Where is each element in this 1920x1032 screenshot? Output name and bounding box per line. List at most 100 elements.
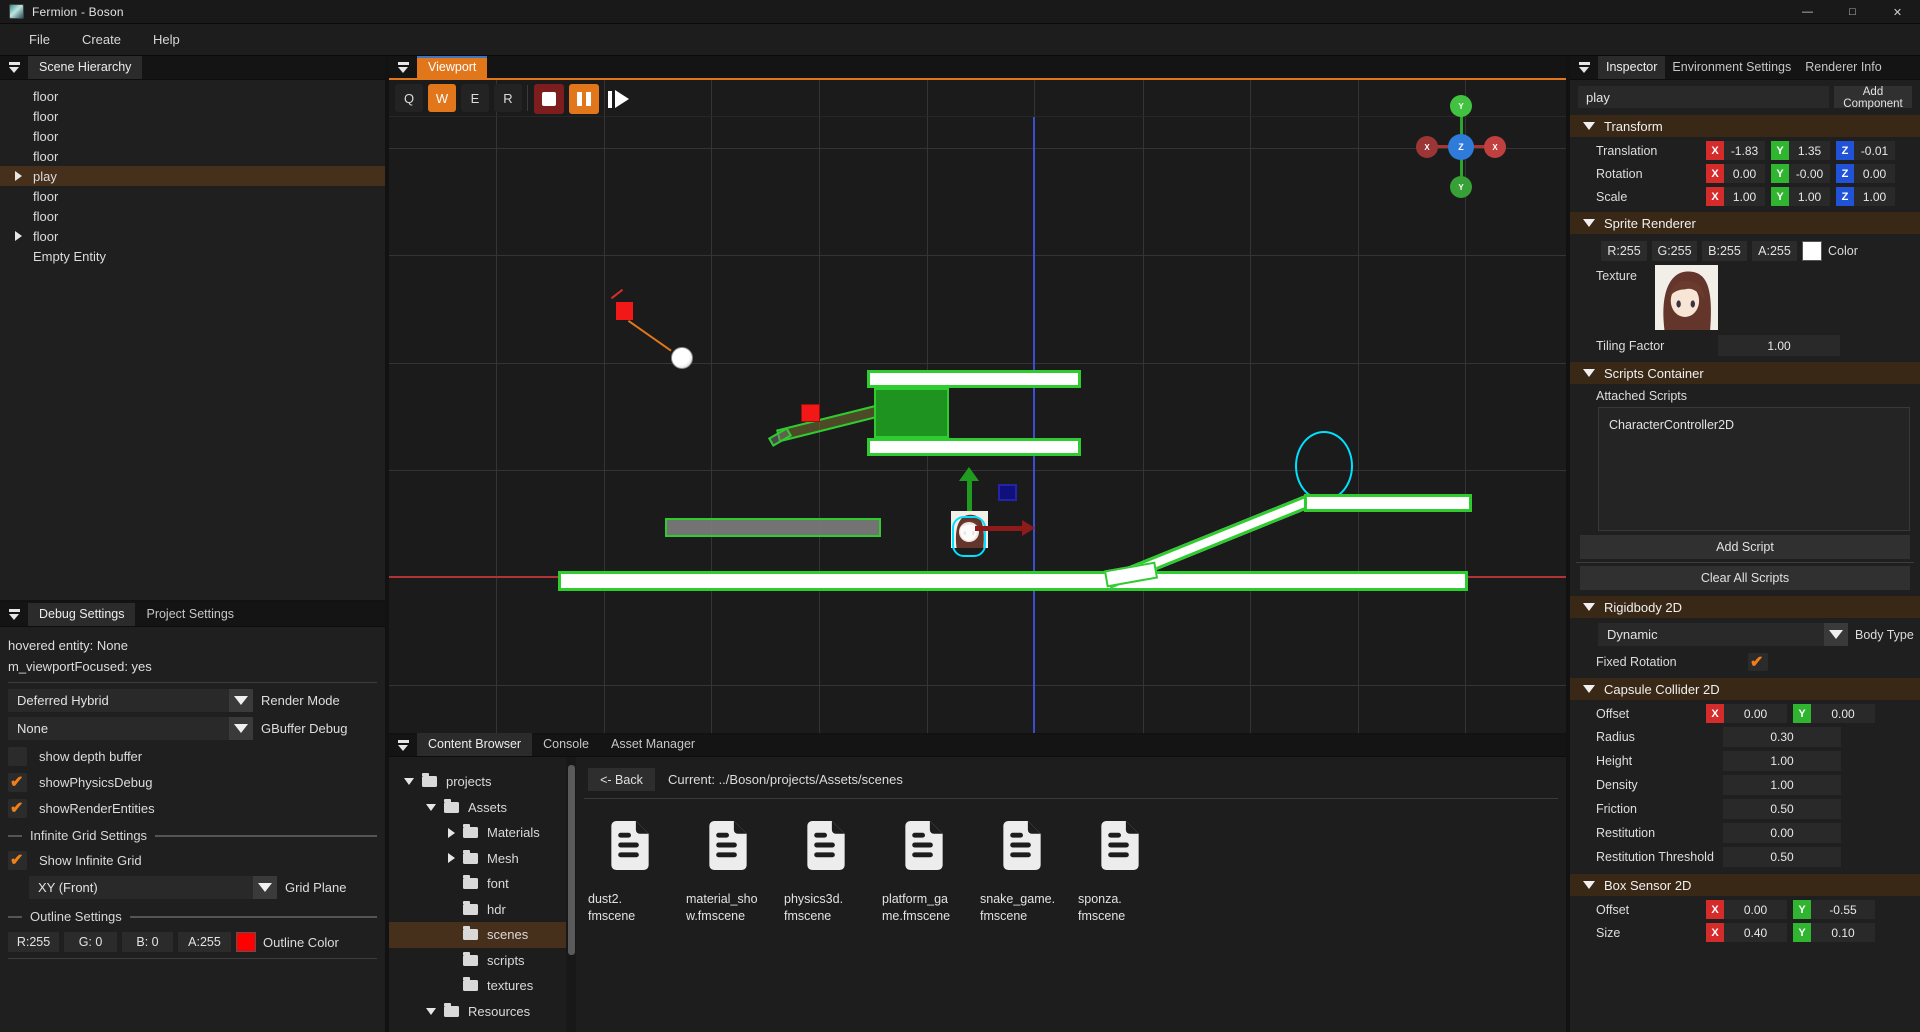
- chevron-down-icon[interactable]: [1824, 623, 1848, 646]
- field-value[interactable]: 1.00: [1723, 775, 1841, 795]
- platform-top[interactable]: [867, 370, 1081, 388]
- script-list-item[interactable]: CharacterController2D: [1599, 408, 1909, 432]
- tool-r-button[interactable]: R: [494, 84, 522, 112]
- tab-debug-settings[interactable]: Debug Settings: [28, 603, 135, 626]
- chevron-down-icon[interactable]: [253, 876, 277, 899]
- tab-scene-hierarchy[interactable]: Scene Hierarchy: [28, 56, 142, 79]
- expand-arrow-icon[interactable]: [15, 171, 22, 181]
- platform-ground[interactable]: [558, 571, 1468, 591]
- file-snake_game.fmscene[interactable]: snake_game.fmscene: [980, 819, 1074, 925]
- expand-arrow-icon[interactable]: [15, 231, 22, 241]
- scripts-container-section-header[interactable]: Scripts Container: [1570, 362, 1920, 384]
- chevron-down-icon[interactable]: [229, 717, 253, 740]
- back-button[interactable]: <- Back: [588, 768, 655, 791]
- grid-plane-dropdown[interactable]: XY (Front): [29, 876, 277, 899]
- tab-renderer-info[interactable]: Renderer Info: [1798, 56, 1888, 79]
- collapse-panel-icon[interactable]: [397, 739, 411, 753]
- tree-expand-icon[interactable]: [426, 804, 436, 811]
- outline-b-value[interactable]: B: 0: [122, 932, 173, 952]
- body-type-dropdown[interactable]: Dynamic: [1598, 623, 1848, 646]
- tree-item-materials[interactable]: Materials: [389, 820, 566, 846]
- tree-item-font[interactable]: font: [389, 871, 566, 897]
- tree-expand-icon[interactable]: [448, 853, 455, 863]
- outline-a-value[interactable]: A:255: [178, 932, 231, 952]
- tab-console[interactable]: Console: [532, 733, 600, 756]
- hierarchy-item-floor[interactable]: floor: [0, 126, 385, 146]
- move-gizmo-x-arrow[interactable]: [975, 526, 1022, 531]
- sprite-b-value[interactable]: B:255: [1702, 241, 1747, 261]
- collapse-panel-icon[interactable]: [8, 61, 22, 75]
- tool-e-button[interactable]: E: [461, 84, 489, 112]
- box-size-y[interactable]: 0.10: [1811, 923, 1875, 942]
- ball-entity[interactable]: [671, 347, 693, 369]
- add-component-button[interactable]: Add Component: [1834, 86, 1912, 108]
- tree-expand-icon[interactable]: [404, 778, 414, 785]
- tool-w-button[interactable]: W: [428, 84, 456, 112]
- sprite-r-value[interactable]: R:255: [1601, 241, 1647, 261]
- box-size-x[interactable]: 0.40: [1724, 923, 1787, 942]
- tree-scrollbar[interactable]: [566, 757, 576, 1032]
- hierarchy-item-floor[interactable]: floor: [0, 146, 385, 166]
- gbuffer-debug-dropdown[interactable]: None: [8, 717, 253, 740]
- rotated-plank-entity[interactable]: [776, 403, 888, 443]
- field-value[interactable]: 1.00: [1723, 751, 1841, 771]
- capsule-collider-section-header[interactable]: Capsule Collider 2D: [1570, 678, 1920, 700]
- rotation-x-value[interactable]: 0.00: [1724, 164, 1765, 183]
- rigidbody-section-header[interactable]: Rigidbody 2D: [1570, 596, 1920, 618]
- scale-x-value[interactable]: 1.00: [1724, 187, 1765, 206]
- move-gizmo-x-arrowhead[interactable]: [1022, 520, 1035, 536]
- scale-y-value[interactable]: 1.00: [1789, 187, 1830, 206]
- sprite-renderer-section-header[interactable]: Sprite Renderer: [1570, 212, 1920, 234]
- translation-x-value[interactable]: -1.83: [1724, 141, 1765, 160]
- tree-item-hdr[interactable]: hdr: [389, 897, 566, 923]
- viewport-canvas[interactable]: Q W E R Y Y X X Z: [389, 80, 1566, 733]
- tab-viewport[interactable]: Viewport: [417, 56, 487, 79]
- tree-item-mesh[interactable]: Mesh: [389, 846, 566, 872]
- gizmo-z-center[interactable]: Z: [1448, 134, 1474, 160]
- menu-create[interactable]: Create: [71, 32, 132, 47]
- sprite-color-swatch[interactable]: [1802, 241, 1822, 261]
- outline-color-swatch[interactable]: [236, 932, 256, 952]
- file-dust2.fmscene[interactable]: dust2.fmscene: [588, 819, 682, 925]
- hierarchy-item-floor[interactable]: floor: [0, 86, 385, 106]
- platform-middle[interactable]: [867, 438, 1081, 456]
- step-button[interactable]: [604, 84, 634, 114]
- field-value[interactable]: 0.30: [1723, 727, 1841, 747]
- entity-name-field[interactable]: [1578, 86, 1829, 108]
- field-value[interactable]: 0.00: [1723, 823, 1841, 843]
- box-offset-y[interactable]: -0.55: [1811, 900, 1875, 919]
- tree-item-projects[interactable]: projects: [389, 769, 566, 795]
- tree-item-assets[interactable]: Assets: [389, 795, 566, 821]
- red-box-entity[interactable]: [801, 404, 820, 422]
- hierarchy-item-empty-entity[interactable]: Empty Entity: [0, 246, 385, 266]
- sprite-g-value[interactable]: G:255: [1652, 241, 1697, 261]
- tree-item-scripts[interactable]: scripts: [389, 948, 566, 974]
- fixed-rotation-checkbox[interactable]: [1748, 653, 1768, 671]
- translation-z-value[interactable]: -0.01: [1854, 141, 1895, 160]
- collapse-panel-icon[interactable]: [1578, 61, 1592, 75]
- gray-platform-entity[interactable]: [665, 518, 881, 537]
- platform-upper-right[interactable]: [1304, 494, 1472, 512]
- tree-expand-icon[interactable]: [448, 828, 455, 838]
- tool-q-button[interactable]: Q: [395, 84, 423, 112]
- rotation-y-value[interactable]: -0.00: [1789, 164, 1830, 183]
- gizmo-x-positive[interactable]: X: [1484, 136, 1506, 158]
- field-value[interactable]: 0.50: [1723, 847, 1841, 867]
- file-platform_game.fmscene[interactable]: platform_game.fmscene: [882, 819, 976, 925]
- green-box-entity[interactable]: [874, 388, 949, 438]
- stop-button[interactable]: [534, 84, 564, 114]
- scrollbar-thumb[interactable]: [568, 765, 575, 955]
- file-physics3d.fmscene[interactable]: physics3d.fmscene: [784, 819, 878, 925]
- tree-expand-icon[interactable]: [426, 1008, 436, 1015]
- showPhysicsDebug-checkbox[interactable]: [8, 773, 27, 792]
- box-offset-x[interactable]: 0.00: [1724, 900, 1787, 919]
- minimize-button[interactable]: —: [1785, 0, 1830, 24]
- tiling-factor-value[interactable]: 1.00: [1718, 335, 1840, 356]
- translation-y-value[interactable]: 1.35: [1789, 141, 1830, 160]
- tab-asset-manager[interactable]: Asset Manager: [600, 733, 706, 756]
- gizmo-y-negative[interactable]: Y: [1450, 176, 1472, 198]
- show-infinite-grid-checkbox[interactable]: [8, 851, 27, 870]
- tree-item-resources[interactable]: Resources: [389, 999, 566, 1025]
- file-sponza.fmscene[interactable]: sponza.fmscene: [1078, 819, 1172, 925]
- menu-file[interactable]: File: [18, 32, 61, 47]
